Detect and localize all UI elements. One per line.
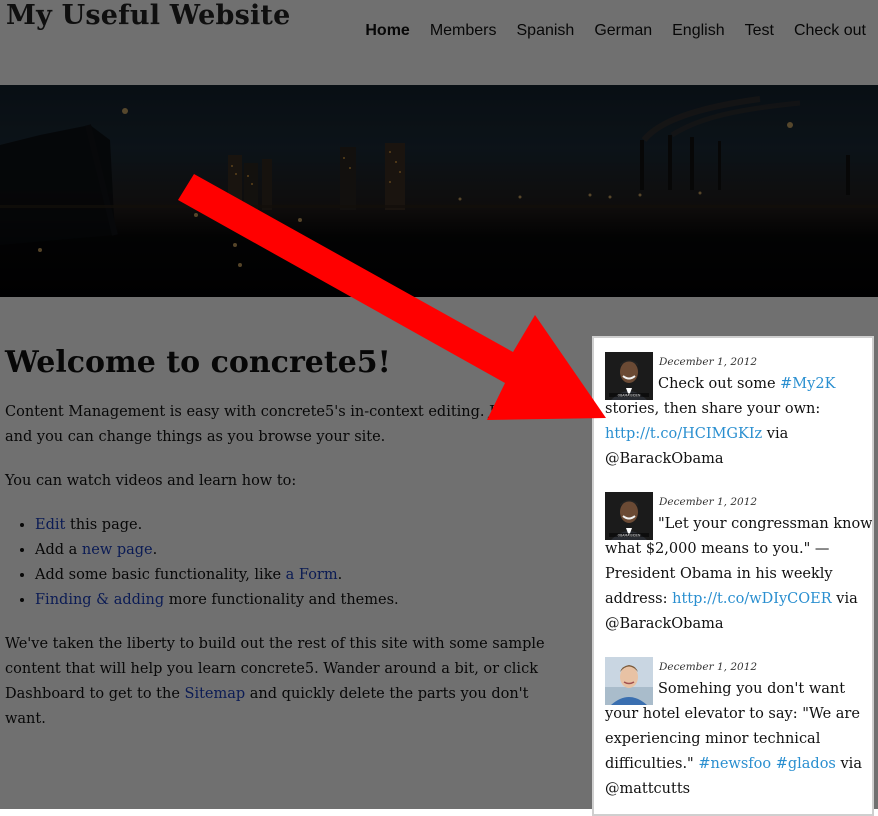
twitter-feed-panel: OBAMA BIDEN December 1, 2012 Check out s… — [592, 336, 874, 816]
new-page-link[interactable]: new page — [82, 542, 153, 558]
tweet-text: "Let your congressman know what $2,000 m… — [605, 516, 873, 632]
edit-link[interactable]: Edit — [35, 517, 65, 533]
form-link[interactable]: a Form — [286, 567, 338, 583]
login-link[interactable]: login — [522, 404, 559, 420]
tweet-text: Check out some #My2K stories, then share… — [605, 376, 836, 467]
main-nav: Home Members Spanish German English Test… — [345, 22, 866, 40]
tweet-date: December 1, 2012 — [659, 661, 758, 673]
nav-item-test[interactable]: Test — [745, 22, 774, 40]
list-item: Add a new page. — [35, 538, 565, 563]
header-banner-image — [0, 85, 878, 297]
intro-paragraph: Content Management is easy with concrete… — [5, 404, 559, 445]
hashtag-link[interactable]: #glados — [776, 756, 836, 772]
main-content: Content Management is easy with concrete… — [5, 400, 565, 751]
list-item: Add some basic functionality, like a For… — [35, 563, 565, 588]
page-heading: Welcome to concrete5! — [5, 345, 391, 380]
hashtag-link[interactable]: #newsfoo — [698, 756, 771, 772]
nav-item-members[interactable]: Members — [430, 22, 497, 40]
sitemap-paragraph: We've taken the liberty to build out the… — [5, 636, 545, 727]
nav-item-home[interactable]: Home — [365, 22, 409, 40]
tweet-date: December 1, 2012 — [659, 496, 758, 508]
howto-list: Edit this page. Add a new page. Add some… — [5, 513, 565, 613]
page: My Useful Website Home Members Spanish G… — [0, 0, 878, 816]
nav-item-english[interactable]: English — [672, 22, 724, 40]
nav-item-spanish[interactable]: Spanish — [517, 22, 575, 40]
tweet-link[interactable]: http://t.co/HCIMGKIz — [605, 426, 762, 442]
tweet-link[interactable]: http://t.co/wDIyCOER — [672, 591, 832, 607]
finding-adding-link[interactable]: Finding & adding — [35, 592, 164, 608]
nav-item-check-out[interactable]: Check out — [794, 22, 866, 40]
list-item: Finding & adding more functionality and … — [35, 588, 565, 613]
skyline-illustration — [0, 96, 878, 267]
sitemap-link[interactable]: Sitemap — [185, 686, 246, 702]
videos-paragraph: You can watch videos and learn how to: — [5, 473, 297, 489]
hashtag-link[interactable]: #My2K — [780, 376, 835, 392]
site-title[interactable]: My Useful Website — [6, 0, 291, 31]
nav-item-german[interactable]: German — [594, 22, 652, 40]
list-item: Edit this page. — [35, 513, 565, 538]
tweet-text: Somehing you don't want your hotel eleva… — [605, 681, 862, 797]
tweet-date: December 1, 2012 — [659, 356, 758, 368]
